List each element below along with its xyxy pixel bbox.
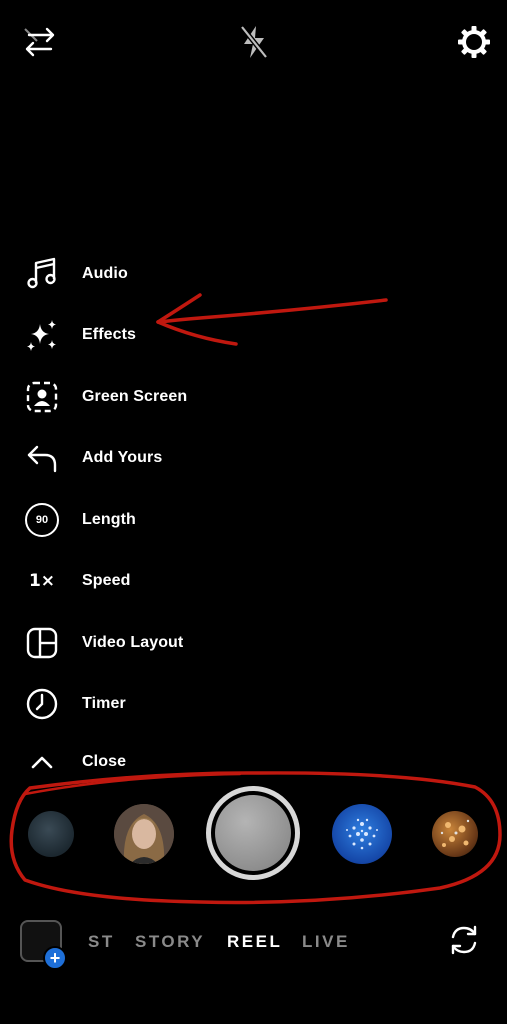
- menu-label-timer: Timer: [82, 695, 126, 712]
- mode-tab-post[interactable]: ST: [88, 932, 115, 952]
- flash-off-icon[interactable]: [234, 22, 274, 62]
- menu-item-audio[interactable]: Audio: [22, 252, 322, 296]
- menu-item-green-screen[interactable]: Green Screen: [22, 375, 322, 419]
- layout-icon: [22, 623, 62, 663]
- menu-label-green-screen: Green Screen: [82, 388, 188, 405]
- menu-label-video-layout: Video Layout: [82, 634, 184, 651]
- effect-thumbnail-floral[interactable]: [432, 811, 478, 857]
- mode-tab-live[interactable]: LIVE: [302, 932, 350, 952]
- speed-badge: 1×: [28, 571, 56, 591]
- menu-label-close: Close: [82, 753, 127, 770]
- menu-label-audio: Audio: [82, 265, 128, 282]
- mode-tab-reel[interactable]: REEL: [227, 932, 282, 952]
- menu-item-speed[interactable]: 1× Speed: [22, 559, 322, 603]
- music-note-icon: [22, 254, 62, 294]
- add-plus-icon: +: [43, 946, 67, 970]
- menu-label-speed: Speed: [82, 572, 131, 589]
- chevron-up-icon: [22, 742, 62, 782]
- camera-mode-bar: ST STORY REEL LIVE: [0, 928, 507, 958]
- menu-item-length[interactable]: 90 Length: [22, 498, 322, 542]
- reply-arrow-icon: [22, 438, 62, 478]
- floral-pattern: [440, 819, 470, 847]
- dots-pattern: [346, 818, 378, 850]
- menu-label-add-yours: Add Yours: [82, 449, 163, 466]
- flip-camera-icon[interactable]: [444, 920, 484, 960]
- menu-item-effects[interactable]: Effects: [22, 313, 322, 357]
- clock-icon: [22, 684, 62, 724]
- gear-icon[interactable]: [454, 22, 494, 62]
- effect-thumbnail-portrait[interactable]: [114, 804, 174, 864]
- menu-item-close[interactable]: Close: [22, 740, 322, 784]
- length-icon: 90: [22, 500, 62, 540]
- menu-item-timer[interactable]: Timer: [22, 682, 322, 726]
- length-badge: 90: [25, 503, 59, 537]
- effect-thumbnail-dark[interactable]: [28, 811, 74, 857]
- menu-item-video-layout[interactable]: Video Layout: [22, 621, 322, 665]
- arrows-swap-icon[interactable]: [20, 22, 60, 62]
- menu-item-add-yours[interactable]: Add Yours: [22, 436, 322, 480]
- mode-tab-story[interactable]: STORY: [135, 932, 205, 952]
- menu-label-effects: Effects: [82, 326, 137, 343]
- menu-label-length: Length: [82, 511, 136, 528]
- record-button-inner: [215, 795, 291, 871]
- speed-icon: 1×: [22, 561, 62, 601]
- sparkles-icon: [22, 315, 62, 355]
- effect-thumbnail-blue-dots[interactable]: [332, 804, 392, 864]
- green-screen-icon: [22, 377, 62, 417]
- record-button[interactable]: [206, 786, 300, 880]
- portrait-image: [114, 804, 174, 864]
